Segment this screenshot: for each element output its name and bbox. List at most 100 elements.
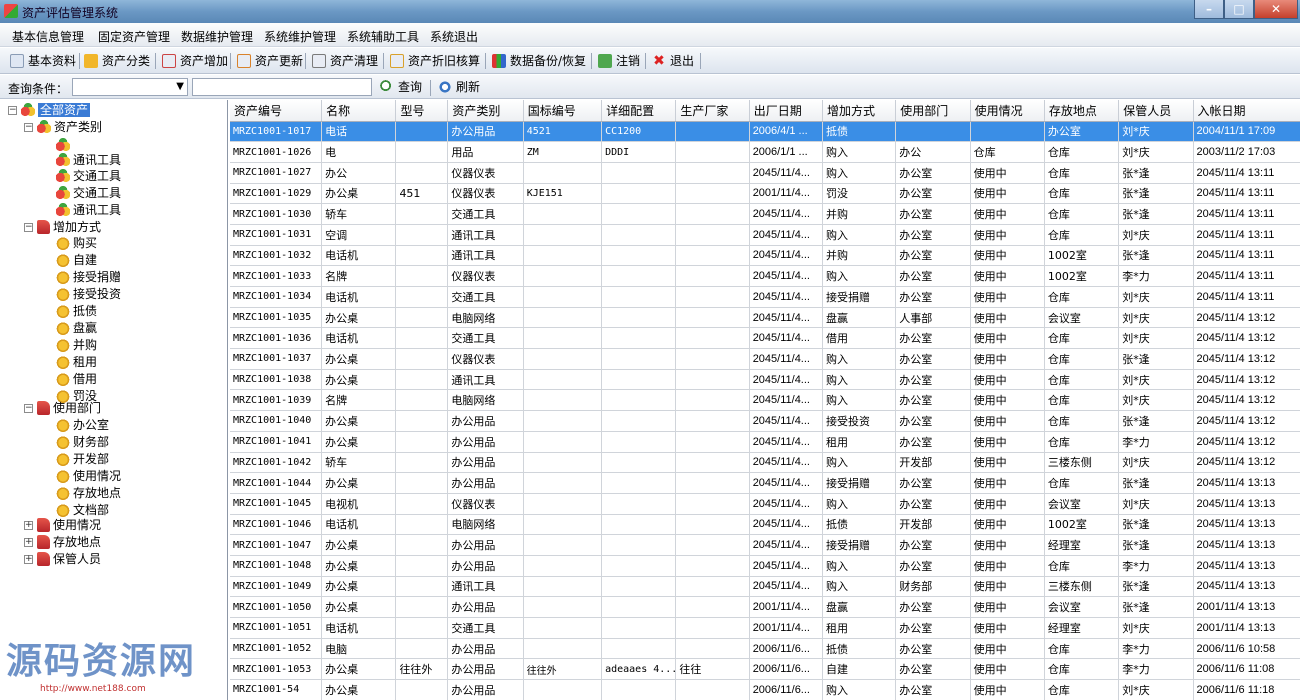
table-row[interactable]: MRZC1001-1049 办公桌 通讯工具 2045/11/4... 购入 财务部 使用中… [230, 576, 1300, 598]
table-row[interactable]: MRZC1001-1032 电话机 通讯工具 2045/11/4... 并购 办公室 使用中… [230, 245, 1300, 267]
table-row[interactable]: MRZC1001-1042 轿车 办公用品 2045/11/4... 购入 开发部 使用中三… [230, 452, 1300, 474]
table-row[interactable]: MRZC1001-1053 办公桌 往往外 办公用品 往往外 adeaaes 4... 往往… [230, 658, 1300, 681]
table-row[interactable]: MRZC1001-1041 办公桌 办公用品 2045/11/4... 租用 办公室 使用中… [230, 431, 1300, 453]
column-header[interactable]: 生产厂家 [675, 100, 750, 122]
table-cell [601, 203, 677, 225]
column-header[interactable]: 详细配置 [601, 100, 677, 122]
tree-leaf-item[interactable]: 存放地点 [56, 485, 121, 502]
expand-icon[interactable]: + [24, 538, 33, 547]
column-header[interactable]: 保管人员 [1118, 100, 1194, 122]
table-row[interactable]: MRZC1001-1052 电脑 办公用品 2006/11/6... 抵债 办公室 使用中仓… [230, 638, 1300, 660]
tree-leaf-item[interactable]: 接受捐赠 [56, 269, 121, 286]
table-row[interactable]: MRZC1001-1046 电话机 电脑网络 2045/11/4... 抵债 开发部 使用中… [230, 514, 1300, 536]
table-row[interactable]: MRZC1001-54 办公桌 办公用品 2006/11/6... 购入 办公室 使用中 仓库… [230, 679, 1300, 700]
table-row[interactable]: MRZC1001-1039 名牌 电脑网络 2045/11/4... 购入 办公室 使用中仓… [230, 389, 1300, 412]
table-row[interactable]: MRZC1001-1037 办公桌 仪器仪表 2045/11/4... 购入 办公室 使用中… [230, 348, 1300, 370]
logout-button[interactable]: 注销 [598, 52, 640, 70]
column-header[interactable]: 存放地点 [1044, 100, 1120, 122]
basic-data-button[interactable]: 基本资料 [10, 52, 76, 70]
collapse-icon[interactable]: − [8, 106, 17, 115]
asset-add-button[interactable]: 资产增加 [162, 52, 228, 70]
menu-data-maintenance[interactable]: 数据维护管理 [181, 28, 253, 45]
table-row[interactable]: MRZC1001-1048 办公桌 办公用品 2045/11/4... 购入 办公室 使用中… [230, 555, 1300, 577]
column-header[interactable]: 资产编号 [230, 100, 323, 122]
table-row[interactable]: MRZC1001-1026 电用品 ZM DDDI 2006/1/1 ... 购入 办公 仓库… [230, 141, 1300, 163]
menu-exit[interactable]: 系统退出 [430, 28, 478, 45]
tree-node-category-item[interactable]: 通讯工具 [56, 152, 121, 169]
table-row[interactable]: MRZC1001-1029 办公桌 451 仪器仪表 KJE151 2001/11/4..… [230, 183, 1300, 205]
collapse-icon[interactable]: − [24, 123, 33, 132]
collapse-icon[interactable]: − [24, 223, 33, 232]
table-row[interactable]: MRZC1001-1031 空调 通讯工具 2045/11/4... 购入 办公室 使用中仓… [230, 224, 1300, 246]
tree-leaf-item[interactable]: 开发部 [56, 451, 109, 468]
tree-leaf-item[interactable]: 购买 [56, 235, 97, 252]
tree-node-dept[interactable]: − 使用部门 [24, 400, 101, 417]
table-row[interactable]: MRZC1001-1033 名牌 仪器仪表 2045/11/4... 购入 办公室 使用中 1… [230, 265, 1300, 287]
tree-leaf-item[interactable]: 盘赢 [56, 320, 97, 337]
depreciation-button[interactable]: 资产折旧核算 [390, 52, 480, 70]
tree-node-category[interactable]: − 资产类别 [24, 119, 102, 136]
refresh-button[interactable]: 刷新 [438, 78, 480, 96]
table-row[interactable]: MRZC1001-1030 轿车 交通工具 2045/11/4... 并购 办公室 使用中仓… [230, 203, 1300, 225]
tree-leaf-item[interactable]: 自建 [56, 252, 97, 269]
table-row[interactable]: MRZC1001-1035 办公桌 电脑网络 2045/11/4... 盘赢 人事部 使用中… [230, 307, 1300, 329]
table-row[interactable]: MRZC1001-1047 办公桌 办公用品 2045/11/4... 接受捐赠 办公室使… [230, 534, 1300, 556]
table-row[interactable]: MRZC1001-1050 办公桌 办公用品 2001/11/4... 盘赢 办公室 使用中… [230, 596, 1300, 618]
tree-node-location[interactable]: + 存放地点 [24, 534, 101, 551]
tree-leaf-item[interactable]: 接受投资 [56, 286, 121, 303]
asset-category-button[interactable]: 资产分类 [84, 52, 150, 70]
menu-system-tools[interactable]: 系统辅助工具 [347, 28, 419, 45]
table-row[interactable]: MRZC1001-1034 电话机 交通工具 2045/11/4... 接受捐赠 办公室使… [230, 286, 1300, 308]
table-row[interactable]: MRZC1001-1017 电话 办公用品 4521 CC1200 2006/4/1 ..… [230, 121, 1300, 143]
table-cell: 张*逢 [1118, 203, 1194, 225]
column-header[interactable]: 出厂日期 [749, 100, 823, 122]
logout-icon [598, 54, 612, 68]
table-cell: 电话机 [321, 245, 397, 267]
query-field-select[interactable]: ▼ [72, 78, 188, 96]
expand-icon[interactable]: + [24, 555, 33, 564]
tree-node-category-item[interactable]: 交通工具 [56, 185, 121, 202]
asset-update-button[interactable]: 资产更新 [237, 52, 303, 70]
close-icon[interactable]: ✕ [1254, 0, 1298, 19]
tree-node-keeper[interactable]: + 保管人员 [24, 551, 101, 568]
table-row[interactable]: MRZC1001-1040 办公桌 办公用品 2045/11/4... 接受投资 办公室使… [230, 410, 1300, 432]
column-header[interactable]: 增加方式 [822, 100, 897, 122]
tree-node-method[interactable]: − 增加方式 [24, 219, 101, 236]
tree-leaf-item[interactable]: 并购 [56, 337, 97, 354]
asset-clear-button[interactable]: 资产清理 [312, 52, 378, 70]
search-button[interactable]: 查询 [380, 78, 422, 96]
table-row[interactable]: MRZC1001-1045 电视机 仪器仪表 2045/11/4... 购入 办公室 使用中… [230, 493, 1300, 515]
backup-restore-button[interactable]: 数据备份/恢复 [492, 52, 586, 70]
column-header[interactable]: 使用情况 [970, 100, 1045, 122]
tree-leaf-item[interactable]: 租用 [56, 354, 97, 371]
tree-node-all-assets[interactable]: − 全部资产 [8, 102, 91, 119]
tree-leaf-item[interactable]: 办公室 [56, 417, 109, 434]
column-header[interactable]: 使用部门 [895, 100, 971, 122]
query-input[interactable] [192, 78, 372, 96]
menu-fixed-assets[interactable]: 固定资产管理 [98, 28, 170, 45]
table-row[interactable]: MRZC1001-1051 电话机 交通工具 2001/11/4... 租用 办公室 使用中… [230, 617, 1300, 639]
menu-basic-info[interactable]: 基本信息管理 [12, 28, 84, 45]
table-row[interactable]: MRZC1001-1038 办公桌 通讯工具 2045/11/4... 购入 办公室 使用中… [230, 369, 1300, 391]
tree-node-status[interactable]: + 使用情况 [24, 517, 101, 534]
column-header[interactable]: 国标编号 [523, 100, 603, 122]
tree-leaf-item[interactable]: 抵债 [56, 303, 97, 320]
tree-leaf-item[interactable]: 借用 [56, 371, 97, 388]
table-row[interactable]: MRZC1001-1027 办公 仪器仪表 2045/11/4... 购入 办公室 使用中仓… [230, 162, 1300, 184]
tree-node-category-item[interactable]: 交通工具 [56, 168, 121, 185]
minimize-icon[interactable]: – [1194, 0, 1224, 19]
tree-leaf-item[interactable]: 财务部 [56, 434, 109, 451]
table-row[interactable]: MRZC1001-1036 电话机 交通工具 2045/11/4... 借用 办公室 使用中… [230, 327, 1300, 350]
expand-icon[interactable]: + [24, 521, 33, 530]
tree-node-category-item[interactable]: 通讯工具 [56, 202, 121, 219]
exit-button[interactable]: ✖ 退出 [652, 52, 694, 70]
tree-leaf-item[interactable]: 使用情况 [56, 468, 121, 485]
column-header[interactable]: 型号 [395, 100, 449, 122]
column-header[interactable]: 入帐日期 [1193, 100, 1300, 122]
menu-system-maintenance[interactable]: 系统维护管理 [264, 28, 336, 45]
maximize-icon[interactable]: □ [1224, 0, 1254, 19]
column-header[interactable]: 资产类别 [447, 100, 524, 122]
collapse-icon[interactable]: − [24, 404, 33, 413]
column-header[interactable]: 名称 [321, 100, 397, 122]
table-row[interactable]: MRZC1001-1044 办公桌 办公用品 2045/11/4... 接受捐赠 办公室使… [230, 472, 1300, 494]
